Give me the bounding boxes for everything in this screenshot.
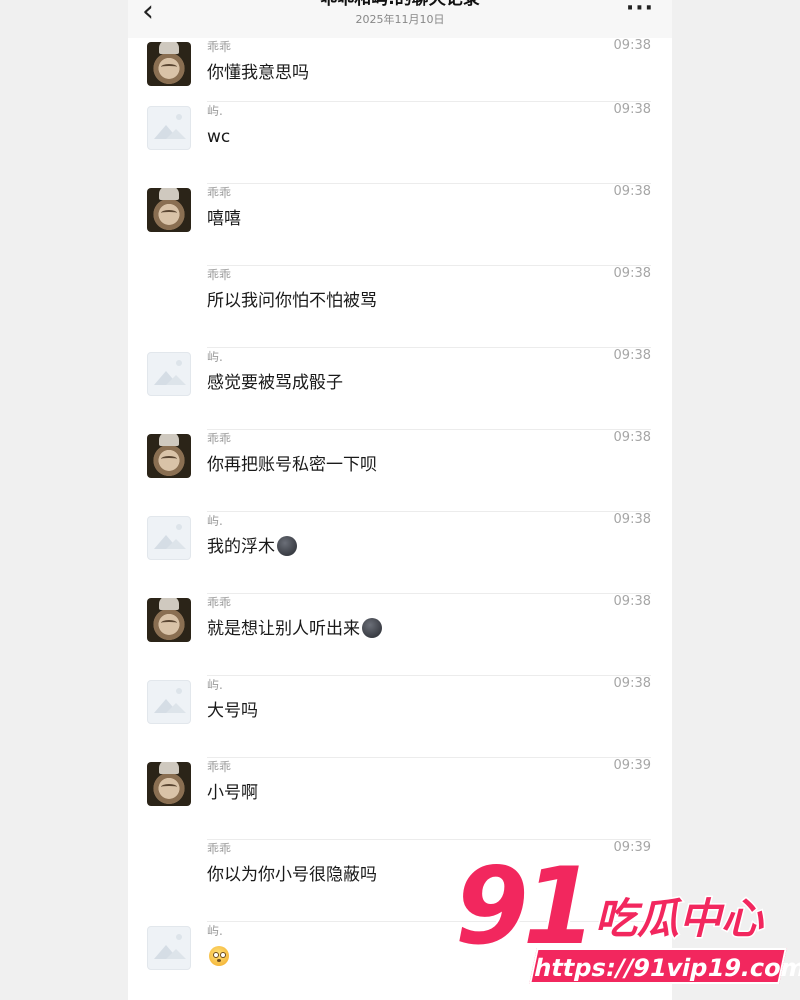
chat-message[interactable]: 乖乖 09:38 你懂我意思吗: [128, 38, 672, 102]
photo-avatar[interactable]: [147, 434, 191, 478]
message-time: 09:38: [613, 594, 651, 609]
message-text: 你懂我意思吗: [207, 62, 309, 84]
message-time: 09:38: [613, 676, 651, 691]
sender-name: 乖乖: [207, 40, 232, 54]
chat-message[interactable]: 乖乖 09:38 你再把账号私密一下呗: [128, 430, 672, 512]
chat-message[interactable]: 乖乖 09:38 就是想让别人听出来: [128, 594, 672, 676]
sender-name: 乖乖: [207, 760, 232, 774]
more-dots-icon[interactable]: ···: [626, 0, 654, 24]
photo-avatar[interactable]: [147, 762, 191, 806]
page-title: 乖乖和屿.的聊天记录: [128, 0, 672, 10]
message-time: 09:39: [613, 840, 651, 855]
message-text: 感觉要被骂成骰子: [207, 372, 343, 394]
placeholder-avatar[interactable]: [147, 926, 191, 970]
message-text-content: 你以为你小号很隐蔽吗: [207, 865, 377, 885]
chat-message[interactable]: 屿. 09:38 我的浮木: [128, 512, 672, 594]
message-text-content: 小号啊: [207, 783, 258, 803]
message-time: 09:39: [613, 758, 651, 773]
message-text-content: 所以我问你怕不怕被骂: [207, 291, 377, 311]
message-text: 嘻嘻: [207, 208, 241, 230]
placeholder-avatar[interactable]: [147, 680, 191, 724]
chat-message[interactable]: 乖乖 09:38 嘻嘻: [128, 184, 672, 266]
message-time: 09:38: [613, 430, 651, 445]
message-text: [207, 946, 229, 968]
message-time: 09:38: [613, 102, 651, 117]
message-text: 你以为你小号很隐蔽吗: [207, 864, 377, 886]
page-subtitle-date: 2025年11月10日: [355, 13, 445, 26]
message-text: 小号啊: [207, 782, 258, 804]
message-time: 09:38: [613, 184, 651, 199]
message-time: 09:38: [613, 266, 651, 281]
sender-name: 乖乖: [207, 186, 232, 200]
message-text: 就是想让别人听出来: [207, 618, 382, 640]
sender-name: 屿.: [207, 104, 223, 118]
message-text-content: 我的浮木: [207, 537, 275, 557]
message-text: 大号吗: [207, 700, 258, 722]
sender-name: 屿.: [207, 514, 223, 528]
placeholder-avatar[interactable]: [147, 106, 191, 150]
watermark-brand: 吃瓜中心: [593, 893, 764, 945]
message-text: wc: [207, 126, 230, 148]
chat-message[interactable]: 乖乖 09:39 小号啊: [128, 758, 672, 840]
moon-emoji-icon: [277, 536, 297, 556]
message-text-content: 你再把账号私密一下呗: [207, 455, 377, 475]
message-time: 09:38: [613, 348, 651, 363]
sender-name: 乖乖: [207, 268, 232, 282]
photo-avatar[interactable]: [147, 188, 191, 232]
photo-avatar[interactable]: [147, 598, 191, 642]
message-text: 你再把账号私密一下呗: [207, 454, 377, 476]
sender-name: 乖乖: [207, 432, 232, 446]
message-text-content: 嘻嘻: [207, 209, 241, 229]
sender-name: 乖乖: [207, 842, 232, 856]
message-text-content: 就是想让别人听出来: [207, 619, 360, 639]
placeholder-avatar[interactable]: [147, 516, 191, 560]
watermark-url: https://91vip19.com: [529, 948, 800, 984]
photo-avatar[interactable]: [147, 42, 191, 86]
message-text: 所以我问你怕不怕被骂: [207, 290, 377, 312]
sender-name: 屿.: [207, 678, 223, 692]
chat-message[interactable]: 屿. 09:38 wc: [128, 102, 672, 184]
watermark-logo: 91 吃瓜中心 https://91vip19.com: [453, 850, 800, 996]
message-time: 09:38: [613, 38, 651, 53]
message-text: 我的浮木: [207, 536, 297, 558]
message-text-content: 你懂我意思吗: [207, 63, 309, 83]
sender-name: 乖乖: [207, 596, 232, 610]
placeholder-avatar[interactable]: [147, 352, 191, 396]
flushed-emoji-icon: [209, 946, 229, 966]
sender-name: 屿.: [207, 924, 223, 938]
watermark-number: 91: [453, 845, 598, 968]
chat-message[interactable]: 屿. 09:38 感觉要被骂成骰子: [128, 348, 672, 430]
message-text-content: 感觉要被骂成骰子: [207, 373, 343, 393]
chat-message[interactable]: 屿. 09:38 大号吗: [128, 676, 672, 758]
message-text-content: wc: [207, 127, 231, 147]
chat-message[interactable]: 乖乖 09:38 所以我问你怕不怕被骂: [128, 266, 672, 348]
top-bar: ‹ 乖乖和屿.的聊天记录 2025年11月10日 ···: [128, 0, 672, 38]
message-time: 09:38: [613, 512, 651, 527]
sender-name: 屿.: [207, 350, 223, 364]
moon-emoji-icon: [362, 618, 382, 638]
message-text-content: 大号吗: [207, 701, 258, 721]
